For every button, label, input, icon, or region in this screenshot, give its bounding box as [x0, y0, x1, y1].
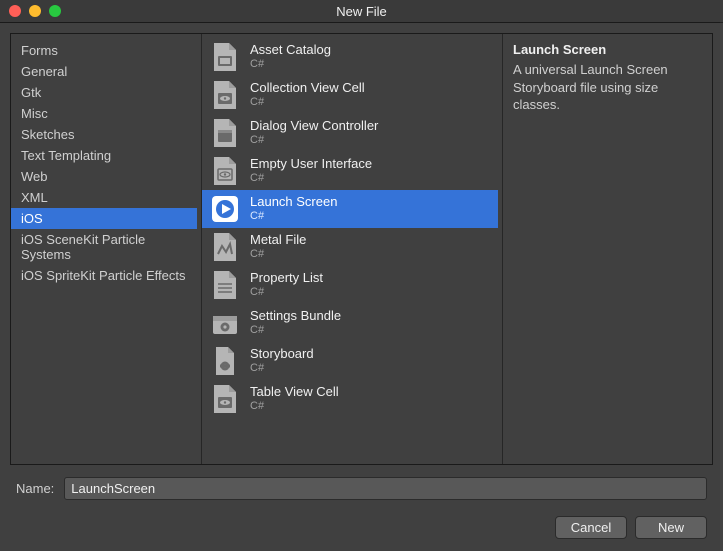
metal-icon [210, 232, 240, 262]
settings-bundle-icon [210, 308, 240, 338]
content-area: FormsGeneralGtkMiscSketchesText Templati… [0, 23, 723, 551]
footer: Cancel New [10, 504, 713, 543]
template-lang: C# [250, 324, 341, 337]
template-name: Empty User Interface [250, 157, 372, 172]
new-button[interactable]: New [635, 516, 707, 539]
empty-ui-icon [210, 156, 240, 186]
cancel-button[interactable]: Cancel [555, 516, 627, 539]
template-name: Asset Catalog [250, 43, 331, 58]
sidebar-item[interactable]: Text Templating [11, 145, 197, 166]
template-text: Empty User InterfaceC# [250, 157, 372, 185]
template-text: Asset CatalogC# [250, 43, 331, 71]
template-item[interactable]: Table View CellC# [202, 380, 498, 418]
template-name: Table View Cell [250, 385, 339, 400]
storyboard-icon [210, 346, 240, 376]
template-item[interactable]: Metal FileC# [202, 228, 498, 266]
name-row: Name: [10, 465, 713, 504]
template-item[interactable]: Empty User InterfaceC# [202, 152, 498, 190]
sidebar-item[interactable]: Forms [11, 40, 197, 61]
template-lang: C# [250, 172, 372, 185]
template-item[interactable]: Settings BundleC# [202, 304, 498, 342]
template-lang: C# [250, 134, 378, 147]
sidebar-item[interactable]: General [11, 61, 197, 82]
template-list: Asset CatalogC#Collection View CellC#Dia… [202, 34, 498, 422]
titlebar: New File [0, 0, 723, 23]
template-item[interactable]: Collection View CellC# [202, 76, 498, 114]
window-controls [0, 5, 61, 17]
template-lang: C# [250, 58, 331, 71]
template-text: StoryboardC# [250, 347, 314, 375]
name-label: Name: [16, 481, 54, 496]
template-lang: C# [250, 210, 337, 223]
minimize-icon[interactable] [29, 5, 41, 17]
close-icon[interactable] [9, 5, 21, 17]
template-text: Collection View CellC# [250, 81, 365, 109]
template-lang: C# [250, 286, 323, 299]
template-text: Property ListC# [250, 271, 323, 299]
sidebar-item[interactable]: XML [11, 187, 197, 208]
template-item[interactable]: Dialog View ControllerC# [202, 114, 498, 152]
template-lang: C# [250, 400, 339, 413]
template-item[interactable]: Launch ScreenC# [202, 190, 498, 228]
template-lang: C# [250, 248, 306, 261]
template-name: Settings Bundle [250, 309, 341, 324]
view-cell-icon [210, 80, 240, 110]
template-item[interactable]: StoryboardC# [202, 342, 498, 380]
panes: FormsGeneralGtkMiscSketchesText Templati… [10, 33, 713, 465]
template-name: Storyboard [250, 347, 314, 362]
description-pane: Launch Screen A universal Launch Screen … [502, 34, 712, 464]
template-name: Metal File [250, 233, 306, 248]
plist-icon [210, 270, 240, 300]
sidebar-item[interactable]: iOS SceneKit Particle Systems [11, 229, 197, 265]
sidebar: FormsGeneralGtkMiscSketchesText Templati… [11, 34, 197, 464]
category-list: FormsGeneralGtkMiscSketchesText Templati… [11, 34, 197, 292]
template-lang: C# [250, 96, 365, 109]
launch-screen-icon [210, 194, 240, 224]
template-text: Launch ScreenC# [250, 195, 337, 223]
description-title: Launch Screen [513, 42, 702, 57]
template-lang: C# [250, 362, 314, 375]
template-text: Dialog View ControllerC# [250, 119, 378, 147]
template-name: Property List [250, 271, 323, 286]
template-text: Metal FileC# [250, 233, 306, 261]
sidebar-item[interactable]: Gtk [11, 82, 197, 103]
template-item[interactable]: Property ListC# [202, 266, 498, 304]
template-name: Collection View Cell [250, 81, 365, 96]
template-text: Settings BundleC# [250, 309, 341, 337]
template-text: Table View CellC# [250, 385, 339, 413]
template-item[interactable]: Asset CatalogC# [202, 38, 498, 76]
template-name: Dialog View Controller [250, 119, 378, 134]
dialog-icon [210, 118, 240, 148]
name-input[interactable] [64, 477, 707, 500]
sidebar-item[interactable]: Web [11, 166, 197, 187]
sidebar-item[interactable]: Sketches [11, 124, 197, 145]
sidebar-item[interactable]: iOS SpriteKit Particle Effects [11, 265, 197, 286]
template-name: Launch Screen [250, 195, 337, 210]
description-text: A universal Launch Screen Storyboard fil… [513, 61, 702, 114]
window-title: New File [0, 4, 723, 19]
sidebar-item[interactable]: iOS [11, 208, 197, 229]
sidebar-item[interactable]: Misc [11, 103, 197, 124]
template-pane: Asset CatalogC#Collection View CellC#Dia… [201, 34, 498, 464]
table-cell-icon [210, 384, 240, 414]
asset-catalog-icon [210, 42, 240, 72]
zoom-icon[interactable] [49, 5, 61, 17]
